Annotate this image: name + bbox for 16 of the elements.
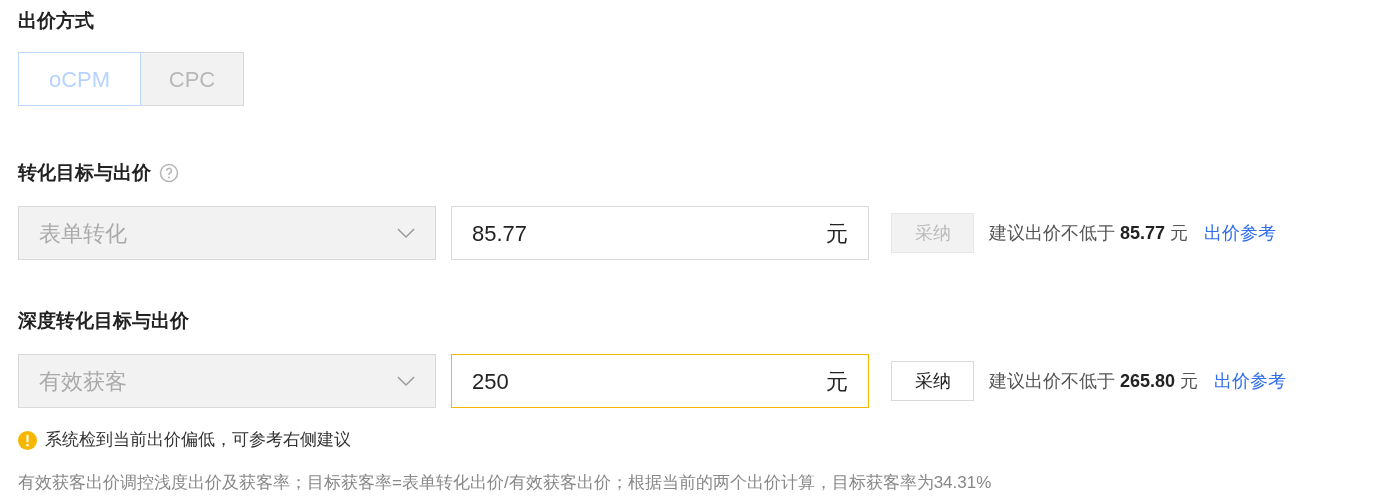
adopt-button[interactable]: 采纳 (891, 361, 974, 401)
section-title: 深度转化目标与出价 (18, 308, 189, 333)
bid-note: 有效获客出价调控浅度出价及获客率；目标获客率=表单转化出价/有效获客出价；根据当前的两个出价计算，目标获客率为34.31% (18, 472, 992, 494)
warning-icon (18, 430, 37, 450)
help-icon[interactable] (159, 163, 179, 183)
bid-input[interactable]: 85.77 元 (451, 206, 869, 260)
bid-suggestion: 建议出价不低于 265.80 元 (989, 369, 1199, 393)
section-title: 出价方式 (18, 9, 94, 33)
bid-suggestion: 建议出价不低于 85.77 元 (989, 221, 1189, 245)
warning-message: 系统检到当前出价偏低，可参考右侧建议 (45, 429, 351, 452)
bid-reference-link[interactable]: 出价参考 (1204, 219, 1277, 247)
bid-reference-link[interactable]: 出价参考 (1214, 367, 1287, 395)
chevron-down-icon (397, 375, 415, 387)
bid-input[interactable]: 250 元 (451, 354, 869, 408)
chevron-down-icon (397, 227, 415, 239)
section-title: 转化目标与出价 (18, 160, 151, 185)
